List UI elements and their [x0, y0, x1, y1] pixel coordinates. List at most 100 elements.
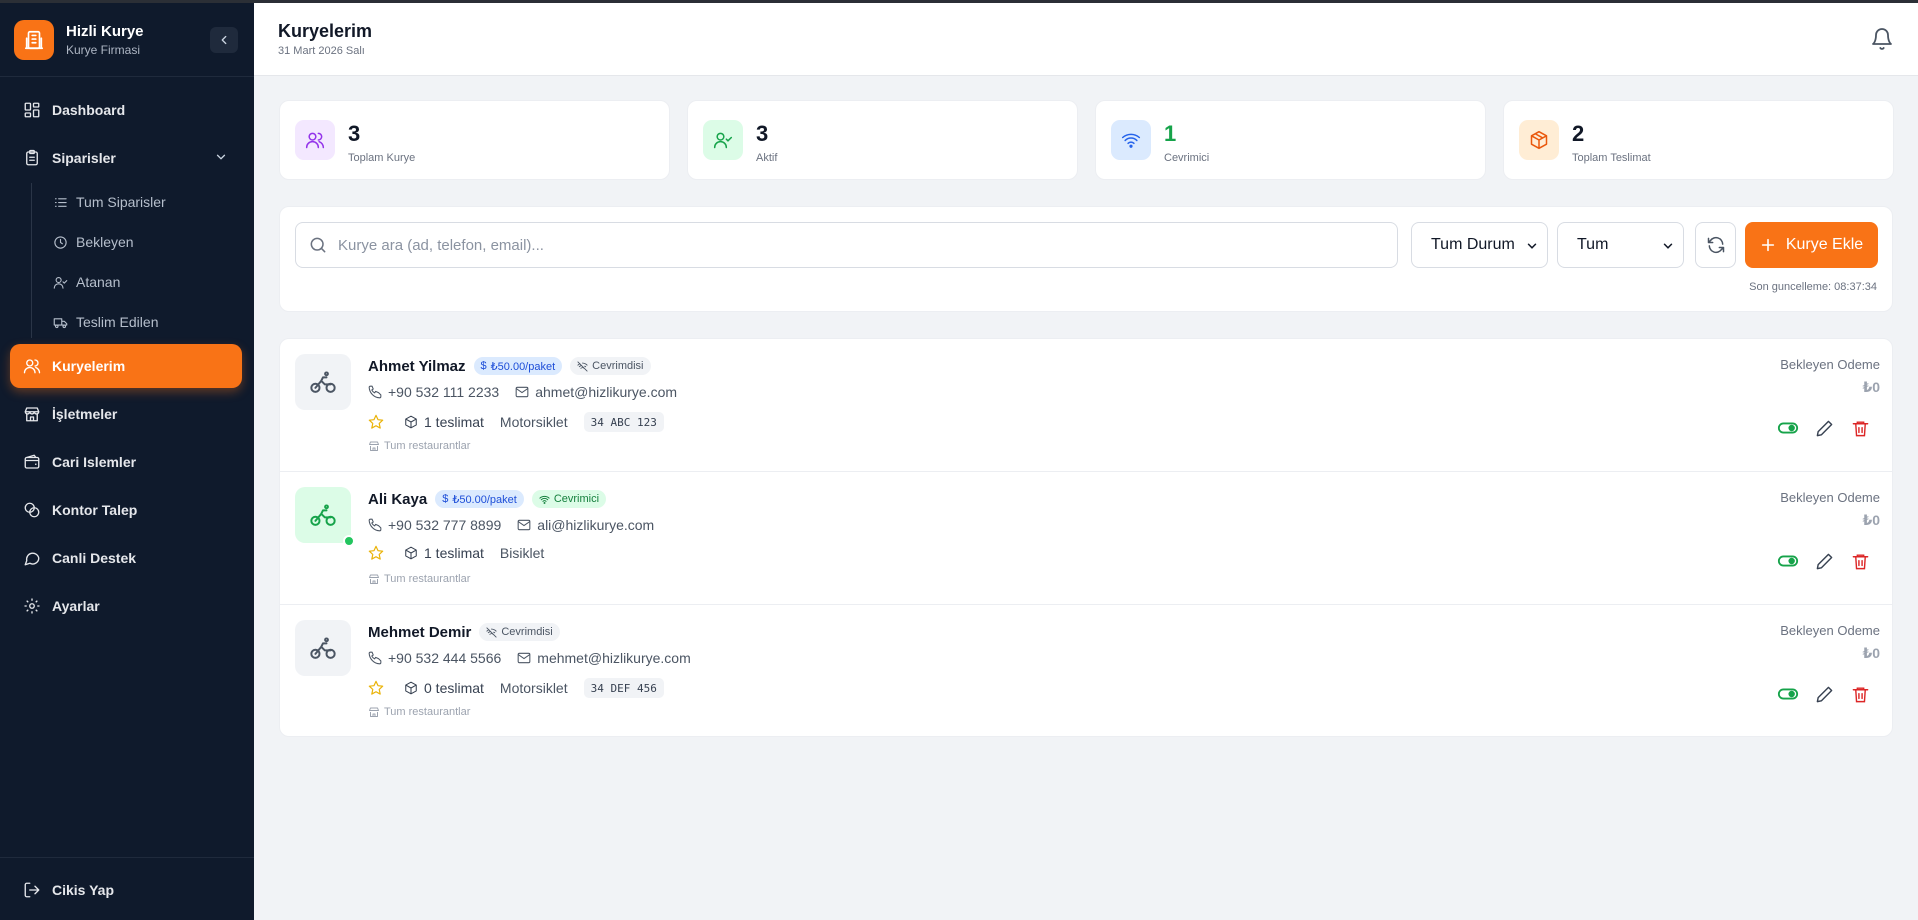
chevron-down-icon — [1525, 239, 1539, 253]
gear-icon — [22, 596, 42, 616]
subnav-guide-line — [31, 183, 32, 338]
notifications-button[interactable] — [1870, 27, 1894, 51]
page-header: Kuryelerim 31 Mart 2026 Salı — [254, 3, 1918, 76]
sidebar-item-dashboard[interactable]: Dashboard — [10, 88, 242, 132]
sidebar-subitem-tum-siparisler[interactable]: Tum Siparisler — [52, 189, 166, 215]
status-badge: Cevrimici — [531, 490, 607, 508]
pending-payment-label: Bekleyen Odeme — [1780, 623, 1880, 638]
mail-icon — [517, 652, 531, 664]
sidebar-item-isletmeler[interactable]: İşletmeler — [10, 392, 242, 436]
plus-icon — [1761, 238, 1774, 252]
wifi-icon — [539, 495, 550, 504]
price-text: ₺50.00/paket — [452, 493, 517, 506]
sidebar-item-kuryelerim[interactable]: Kuryelerim — [10, 344, 242, 388]
collapse-sidebar-button[interactable] — [210, 27, 238, 53]
package-icon — [405, 546, 417, 560]
wallet-icon — [22, 452, 42, 472]
courier-email: mehmet@hizlikurye.com — [537, 650, 691, 666]
status-select[interactable]: Tum Durum — [1411, 222, 1548, 268]
phone-icon — [368, 385, 382, 399]
pending-payment-label: Bekleyen Odeme — [1780, 490, 1880, 505]
sidebar-subitem-bekleyen[interactable]: Bekleyen — [52, 229, 134, 255]
window-top-border — [0, 0, 1918, 3]
sidebar-divider — [0, 76, 254, 77]
type-select-value: Tum — [1577, 236, 1609, 253]
wifi-icon — [1111, 120, 1151, 160]
courier-row[interactable]: Mehmet Demir Cevrimdisi +90 532 444 5566… — [280, 605, 1892, 736]
courier-row[interactable]: Ahmet Yilmaz $ ₺50.00/paket Cevrimdisi +9… — [280, 339, 1892, 472]
package-icon — [405, 681, 417, 695]
brand[interactable]: Hizli Kurye Kurye Firmasi — [14, 20, 144, 60]
stat-value: 2 — [1572, 121, 1585, 146]
sidebar-subitem-teslim-edilen[interactable]: Teslim Edilen — [52, 309, 158, 335]
stat-value: 3 — [348, 121, 361, 146]
sidebar-item-cari-islemler[interactable]: Cari Islemler — [10, 440, 242, 484]
toggle-active-button[interactable] — [1776, 549, 1800, 573]
sidebar-item-canli-destek[interactable]: Canli Destek — [10, 536, 242, 580]
sidebar-item-kontor-talep[interactable]: Kontor Talep — [10, 488, 242, 532]
pencil-icon — [1816, 686, 1832, 702]
sidebar-item-ayarlar[interactable]: Ayarlar — [10, 584, 242, 628]
star-icon — [368, 545, 384, 560]
sidebar-subitem-label: Bekleyen — [76, 234, 134, 250]
refresh-icon — [1707, 236, 1724, 254]
sidebar-item-label: İşletmeler — [52, 406, 118, 422]
status-badge: Cevrimdisi — [570, 357, 651, 375]
vehicle-type: Bisiklet — [499, 545, 545, 561]
chevron-down-icon — [1661, 239, 1675, 253]
trash-icon — [1852, 420, 1868, 436]
plate-badge: 34 DEF 456 — [583, 678, 664, 698]
restaurants-text: Tum restaurantlar — [384, 440, 471, 452]
sidebar-item-label: Cari Islemler — [52, 454, 137, 470]
stat-card-toplam-kurye: 3 Toplam Kurye — [279, 100, 670, 180]
sidebar-item-label: Canli Destek — [52, 550, 137, 566]
dollar-icon: $ — [442, 493, 449, 505]
store-icon — [369, 707, 379, 717]
store-icon — [22, 404, 42, 424]
mail-icon — [517, 519, 531, 531]
toggle-active-button[interactable] — [1776, 416, 1800, 440]
online-indicator — [343, 535, 355, 547]
pending-payment-value: ₺0 — [1862, 512, 1880, 528]
search-input[interactable] — [338, 236, 1338, 254]
courier-row[interactable]: Ali Kaya $ ₺50.00/paket Cevrimici +90 532… — [280, 472, 1892, 605]
delete-button[interactable] — [1848, 549, 1872, 573]
clock-icon — [52, 234, 68, 250]
edit-button[interactable] — [1812, 682, 1836, 706]
add-courier-label: Kurye Ekle — [1785, 236, 1864, 253]
package-icon — [405, 415, 417, 429]
user-check-icon — [52, 274, 68, 290]
logout-label: Cikis Yap — [52, 882, 115, 898]
courier-phone: +90 532 111 2233 — [388, 384, 500, 400]
chevron-down-icon — [214, 150, 228, 164]
status-badge: Cevrimdisi — [479, 623, 560, 641]
stat-card-toplam-teslimat: 2 Toplam Teslimat — [1503, 100, 1894, 180]
sidebar-item-siparisler[interactable]: Siparisler — [10, 136, 242, 180]
stat-card-aktif: 3 Aktif — [687, 100, 1078, 180]
delete-button[interactable] — [1848, 416, 1872, 440]
edit-button[interactable] — [1812, 416, 1836, 440]
logout-button[interactable]: Cikis Yap — [10, 868, 242, 912]
sidebar-subitem-atanan[interactable]: Atanan — [52, 269, 120, 295]
sidebar-item-label: Siparisler — [52, 150, 116, 166]
type-select[interactable]: Tum — [1557, 222, 1684, 268]
bike-icon — [310, 637, 336, 659]
status-select-value: Tum Durum — [1431, 236, 1515, 253]
add-courier-button[interactable]: Kurye Ekle — [1745, 222, 1878, 268]
delete-button[interactable] — [1848, 682, 1872, 706]
chat-icon — [22, 548, 42, 568]
user-check-icon — [703, 120, 743, 160]
search-box[interactable] — [295, 222, 1398, 268]
logout-icon — [22, 880, 42, 900]
courier-email: ali@hizlikurye.com — [537, 517, 655, 533]
pending-payment-value: ₺0 — [1862, 645, 1880, 661]
list-icon — [52, 194, 68, 210]
edit-button[interactable] — [1812, 549, 1836, 573]
filter-panel: Tum Durum Tum Kurye Ekle Son guncelleme:… — [279, 206, 1893, 312]
sidebar-subitem-label: Tum Siparisler — [76, 194, 166, 210]
star-icon — [368, 414, 384, 429]
toggle-active-button[interactable] — [1776, 682, 1800, 706]
brand-name: Hizli Kurye — [66, 23, 144, 40]
courier-list: Ahmet Yilmaz $ ₺50.00/paket Cevrimdisi +9… — [279, 338, 1893, 737]
refresh-button[interactable] — [1695, 222, 1736, 268]
